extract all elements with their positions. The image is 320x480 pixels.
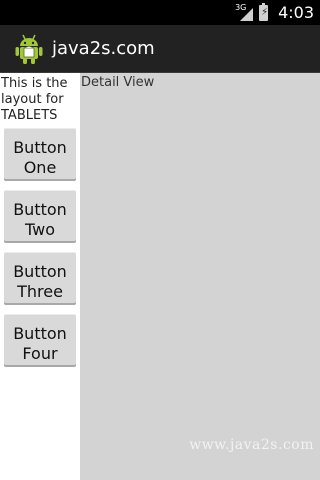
- battery-charging-icon: ⚡: [259, 2, 269, 21]
- button-one[interactable]: Button One: [4, 128, 76, 181]
- button-two[interactable]: Button Two: [4, 190, 76, 243]
- status-bar: 3G ⚡ 4:03: [0, 0, 320, 25]
- android-robot-icon[interactable]: [14, 33, 44, 65]
- signal-icon: 3G: [235, 3, 254, 22]
- status-clock: 4:03: [278, 3, 314, 22]
- status-icons: 3G ⚡ 4:03: [235, 0, 314, 25]
- button-three[interactable]: Button Three: [4, 252, 76, 305]
- layout-description: This is the layout for TABLETS: [1, 76, 68, 123]
- watermark: www.java2s.com: [189, 437, 314, 453]
- button-four[interactable]: Button Four: [4, 314, 76, 367]
- signal-bars: [240, 7, 254, 21]
- left-pane: This is the layout for TABLETS Button On…: [0, 73, 80, 480]
- main-content: This is the layout for TABLETS Button On…: [0, 73, 320, 480]
- app-screen: 3G ⚡ 4:03 java2s.com This is the layout …: [0, 0, 320, 480]
- app-title: java2s.com: [52, 38, 155, 59]
- detail-view-label: Detail View: [81, 75, 155, 90]
- charging-bolt-icon: ⚡: [261, 6, 269, 18]
- action-bar: java2s.com: [0, 25, 320, 73]
- detail-pane: Detail View www.java2s.com: [80, 73, 320, 480]
